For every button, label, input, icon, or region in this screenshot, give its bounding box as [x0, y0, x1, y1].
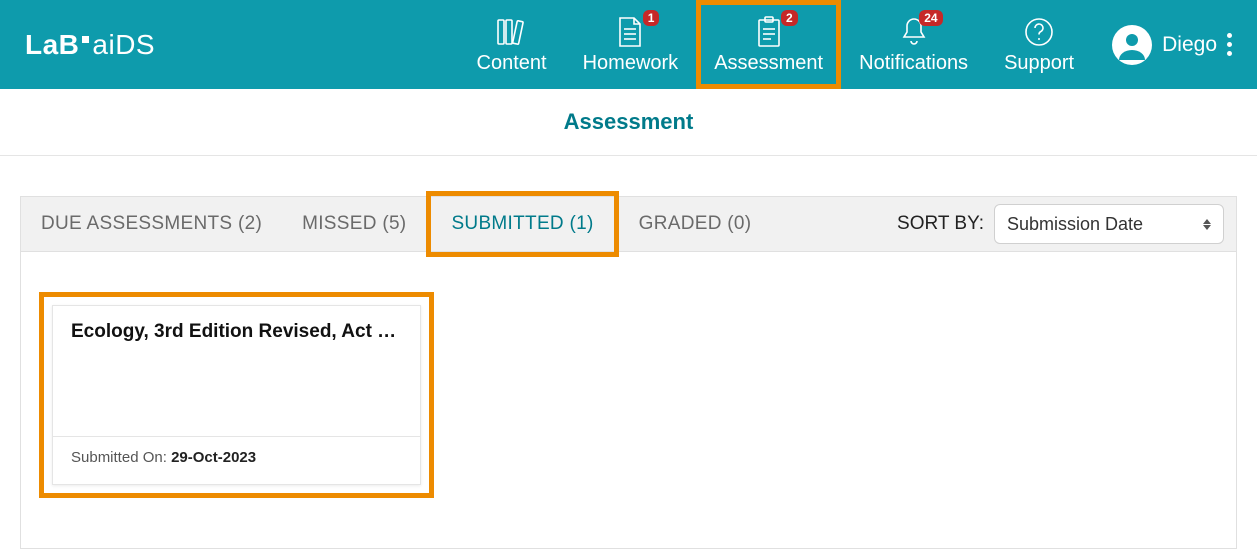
- tab-due[interactable]: DUE ASSESSMENTS (2): [21, 196, 282, 252]
- user-menu[interactable]: Diego: [1112, 25, 1232, 65]
- tab-submitted[interactable]: SUBMITTED (1): [426, 191, 618, 257]
- sort-caret-icon: [1203, 219, 1211, 230]
- clipboard-icon: [754, 15, 784, 49]
- brand-dot-icon: [82, 36, 89, 43]
- sort-label: SORT BY:: [897, 213, 984, 235]
- nav-homework-label: Homework: [583, 52, 679, 75]
- nav-support-label: Support: [1004, 52, 1074, 75]
- tab-bar: DUE ASSESSMENTS (2) MISSED (5) SUBMITTED…: [20, 196, 1237, 252]
- submitted-date: 29-Oct-2023: [171, 449, 256, 466]
- tab-missed[interactable]: MISSED (5): [282, 196, 426, 252]
- help-icon: [1023, 16, 1055, 48]
- nav-content-label: Content: [477, 52, 547, 75]
- sort-group: SORT BY: Submission Date: [897, 204, 1224, 244]
- nav-assessment-label: Assessment: [714, 52, 823, 75]
- tab-graded[interactable]: GRADED (0): [619, 196, 772, 252]
- nav-content[interactable]: Content: [459, 0, 565, 89]
- nav-notifications[interactable]: 24 Notifications: [841, 0, 986, 89]
- submitted-prefix: Submitted On:: [71, 449, 171, 466]
- brand-left: LaB: [25, 29, 79, 61]
- card-title: Ecology, 3rd Edition Revised, Act 1…: [71, 321, 402, 343]
- books-icon: [495, 15, 529, 49]
- avatar: [1112, 25, 1152, 65]
- brand-right: aiDS: [92, 29, 155, 61]
- card-grid: Ecology, 3rd Edition Revised, Act 1… Sub…: [20, 252, 1237, 549]
- card-highlight: Ecology, 3rd Edition Revised, Act 1… Sub…: [39, 292, 434, 498]
- username: Diego: [1162, 33, 1217, 57]
- kebab-icon: [1227, 33, 1232, 56]
- page-title: Assessment: [0, 89, 1257, 156]
- sort-value: Submission Date: [1007, 214, 1143, 235]
- nav-assessment[interactable]: 2 Assessment: [696, 0, 841, 89]
- sort-select[interactable]: Submission Date: [994, 204, 1224, 244]
- tab-area: DUE ASSESSMENTS (2) MISSED (5) SUBMITTED…: [0, 156, 1257, 549]
- nav-homework[interactable]: 1 Homework: [565, 0, 697, 89]
- nav-links: Content 1 Homework: [459, 0, 1093, 89]
- nav-support[interactable]: Support: [986, 0, 1092, 89]
- assessment-card[interactable]: Ecology, 3rd Edition Revised, Act 1… Sub…: [52, 305, 421, 485]
- notifications-badge: 24: [919, 10, 942, 26]
- nav-notifications-label: Notifications: [859, 52, 968, 75]
- top-nav: LaB aiDS Content: [0, 0, 1257, 89]
- assessment-badge: 2: [781, 10, 798, 26]
- brand-logo: LaB aiDS: [25, 29, 155, 61]
- card-footer: Submitted On: 29-Oct-2023: [53, 436, 420, 484]
- document-icon: [615, 15, 645, 49]
- homework-badge: 1: [643, 10, 660, 26]
